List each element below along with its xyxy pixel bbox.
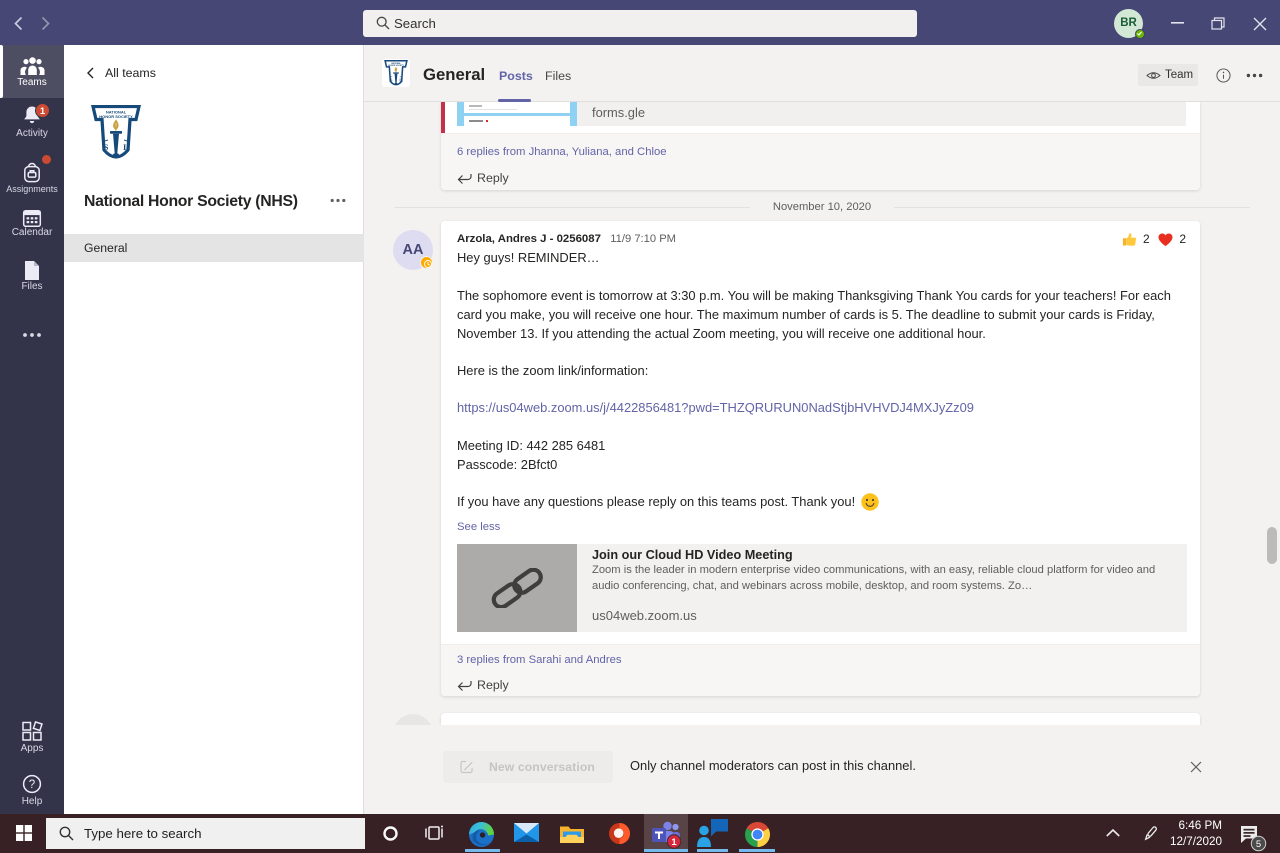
svg-text:1: 1 [671, 837, 677, 848]
svg-text:?: ? [29, 779, 35, 791]
svg-text:5: 5 [1256, 839, 1261, 850]
